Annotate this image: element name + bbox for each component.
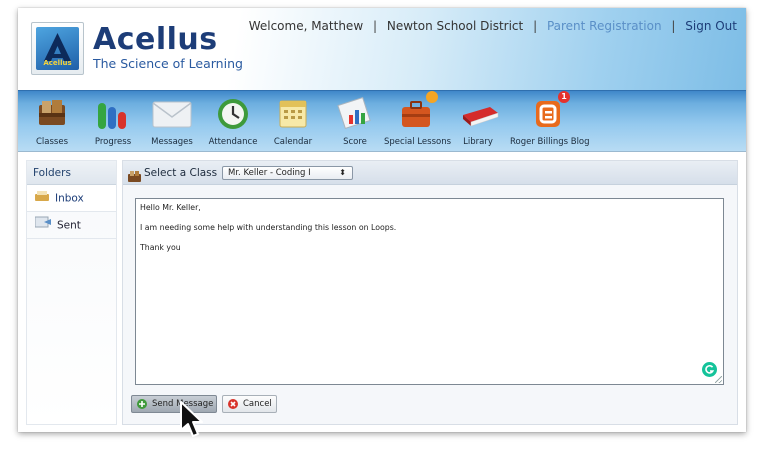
nav-separator: | [533, 19, 538, 33]
toolbar-progress[interactable]: Progress [90, 95, 136, 149]
folder-sent-label: Sent [57, 219, 81, 232]
folder-inbox-label: Inbox [55, 192, 84, 205]
folder-sent[interactable]: Sent [27, 212, 116, 239]
cancel-x-icon [228, 399, 238, 409]
header: Acellus Acellus The Science of Learning … [18, 8, 746, 90]
resize-grip[interactable] [715, 376, 722, 383]
toolbar-progress-label: Progress [94, 137, 132, 147]
message-textarea[interactable]: Hello Mr. Keller, I am needing some help… [135, 198, 724, 385]
send-message-button[interactable]: Send Message [131, 395, 217, 413]
message-line: Hello Mr. Keller, [140, 203, 201, 212]
parent-registration-link[interactable]: Parent Registration [547, 19, 662, 33]
class-books-icon [128, 167, 141, 186]
toolbar-library-label: Library [463, 137, 493, 147]
toolbar-messages[interactable]: Messages [149, 95, 195, 149]
top-navigation: Welcome, Matthew | Newton School Distric… [249, 19, 737, 33]
toolbar-library[interactable]: Library [456, 95, 500, 149]
toolbar-blog-label: Roger Billings Blog [510, 137, 590, 147]
acellus-logo[interactable]: Acellus [31, 22, 84, 75]
logo-emblem: Acellus [36, 27, 79, 70]
send-message-label: Send Message [152, 399, 214, 409]
folders-heading: Folders [27, 161, 116, 185]
envelope-icon [151, 95, 193, 131]
class-dropdown[interactable]: Mr. Keller - Coding I ⬍ [222, 166, 353, 180]
progress-bars-icon [95, 95, 131, 131]
book-icon [460, 95, 499, 131]
message-line: I am needing some help with understandin… [140, 223, 397, 232]
class-dropdown-value: Mr. Keller - Coding I [228, 168, 311, 178]
toolbar-attendance[interactable]: Attendance [208, 95, 258, 149]
logo-word: Acellus [43, 59, 72, 67]
blog-icon: 1 [530, 91, 570, 131]
brand-tagline: The Science of Learning [93, 56, 243, 71]
select-class-label: Select a Class [144, 167, 218, 179]
toolbar-classes[interactable]: Classes [26, 95, 78, 149]
toolbar-score-label: Score [343, 137, 367, 147]
score-chart-icon [337, 95, 373, 131]
toolbar-messages-label: Messages [151, 137, 193, 147]
compose-panel: Select a Class Mr. Keller - Coding I ⬍ H… [122, 160, 738, 425]
blog-notification-badge: 1 [558, 91, 570, 103]
sign-out-link[interactable]: Sign Out [685, 19, 737, 33]
calendar-icon [275, 95, 311, 131]
nav-separator: | [671, 19, 676, 33]
folders-panel: Folders Inbox Sent [26, 160, 117, 425]
toolbar-calendar[interactable]: Calendar [271, 95, 315, 149]
toolbar-classes-label: Classes [35, 137, 69, 147]
welcome-text: Welcome, Matthew [248, 19, 364, 33]
toolbar-special-lessons[interactable]: Special Lessons [384, 91, 452, 149]
grammarly-icon[interactable] [702, 362, 717, 377]
folder-inbox[interactable]: Inbox [27, 185, 116, 212]
toolbar-calendar-label: Calendar [273, 137, 313, 147]
dropdown-arrows-icon: ⬍ [339, 168, 346, 177]
toolbar-blog[interactable]: 1 Roger Billings Blog [510, 91, 590, 149]
main-toolbar: Classes Progress Messages Attendance Cal… [18, 90, 746, 152]
nav-separator: | [372, 19, 378, 33]
brand-name: Acellus [93, 22, 218, 57]
cancel-label: Cancel [243, 399, 272, 409]
clock-icon [215, 95, 251, 131]
send-plus-icon [137, 399, 147, 409]
district-name: Newton School District [386, 19, 524, 33]
sent-icon [34, 212, 51, 239]
inbox-icon [35, 185, 49, 212]
briefcase-icon [398, 91, 438, 131]
toolbar-special-lessons-label: Special Lessons [384, 137, 452, 147]
special-lessons-badge [426, 91, 438, 103]
toolbar-attendance-label: Attendance [208, 137, 258, 147]
books-icon [34, 95, 70, 131]
compose-header: Select a Class Mr. Keller - Coding I ⬍ [123, 161, 737, 185]
toolbar-score[interactable]: Score [332, 95, 378, 149]
cancel-button[interactable]: Cancel [222, 395, 277, 413]
message-line: Thank you [140, 243, 181, 252]
app-window: Acellus Acellus The Science of Learning … [18, 8, 746, 432]
